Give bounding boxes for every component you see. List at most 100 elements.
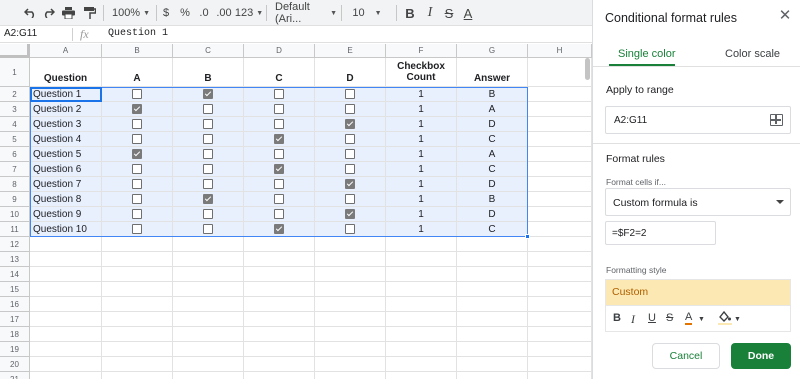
checkbox-unchecked[interactable]	[203, 119, 213, 129]
checkbox-cell[interactable]	[173, 222, 244, 237]
count-cell[interactable]: 1	[386, 147, 457, 162]
checkbox-unchecked[interactable]	[274, 209, 284, 219]
formula-input[interactable]: Question 1	[108, 28, 168, 39]
checkbox-cell[interactable]	[102, 147, 173, 162]
checkbox-unchecked[interactable]	[203, 179, 213, 189]
count-cell[interactable]: 1	[386, 102, 457, 117]
checkbox-unchecked[interactable]	[345, 224, 355, 234]
empty-cell[interactable]	[102, 267, 173, 282]
tab-single-color[interactable]: Single color	[618, 48, 675, 60]
condition-select[interactable]: Custom formula is	[605, 188, 791, 216]
empty-cell[interactable]	[528, 282, 592, 297]
checkbox-cell[interactable]	[102, 222, 173, 237]
empty-cell[interactable]	[102, 252, 173, 267]
checkbox-cell[interactable]	[244, 147, 315, 162]
row-header[interactable]: 13	[0, 252, 30, 267]
more-formats-select[interactable]: 123 ▼	[235, 4, 263, 22]
checkbox-checked[interactable]	[274, 224, 284, 234]
checkbox-unchecked[interactable]	[203, 134, 213, 144]
font-select[interactable]: Default (Ari... ▼	[275, 1, 337, 25]
row-header[interactable]: 16	[0, 297, 30, 312]
column-header-h[interactable]: H	[528, 44, 592, 58]
row-header[interactable]: 19	[0, 342, 30, 357]
undo-icon[interactable]	[22, 4, 38, 22]
checkbox-unchecked[interactable]	[132, 179, 142, 189]
empty-cell[interactable]	[457, 327, 528, 342]
row-header[interactable]: 10	[0, 207, 30, 222]
empty-cell[interactable]	[528, 372, 592, 379]
empty-cell[interactable]	[244, 372, 315, 379]
question-cell[interactable]: Question 5	[30, 147, 102, 162]
empty-cell[interactable]	[30, 297, 102, 312]
empty-cell[interactable]	[528, 147, 592, 162]
header-cell-checkbox-count[interactable]: Checkbox Count	[386, 58, 457, 87]
checkbox-checked[interactable]	[345, 179, 355, 189]
checkbox-cell[interactable]	[102, 162, 173, 177]
checkbox-cell[interactable]	[173, 207, 244, 222]
strikethrough-button[interactable]: S	[443, 4, 455, 22]
currency-button[interactable]: $	[160, 4, 172, 22]
empty-cell[interactable]	[315, 282, 386, 297]
style-strikethrough-button[interactable]: S	[666, 312, 673, 324]
checkbox-cell[interactable]	[244, 222, 315, 237]
checkbox-cell[interactable]	[102, 87, 173, 102]
checkbox-unchecked[interactable]	[345, 194, 355, 204]
empty-cell[interactable]	[102, 372, 173, 379]
empty-cell[interactable]	[173, 312, 244, 327]
row-header[interactable]: 20	[0, 357, 30, 372]
count-cell[interactable]: 1	[386, 177, 457, 192]
empty-cell[interactable]	[386, 342, 457, 357]
increase-decimal-button[interactable]: .00	[215, 4, 233, 22]
style-underline-button[interactable]: U	[648, 312, 656, 324]
row-header[interactable]: 18	[0, 327, 30, 342]
checkbox-cell[interactable]	[244, 102, 315, 117]
checkbox-cell[interactable]	[173, 147, 244, 162]
checkbox-unchecked[interactable]	[203, 104, 213, 114]
empty-cell[interactable]	[102, 282, 173, 297]
empty-cell[interactable]	[528, 252, 592, 267]
checkbox-cell[interactable]	[244, 117, 315, 132]
question-cell[interactable]: Question 1	[30, 87, 102, 102]
empty-cell[interactable]	[457, 282, 528, 297]
header-cell-question[interactable]: Question	[30, 58, 102, 87]
empty-cell[interactable]	[457, 342, 528, 357]
checkbox-cell[interactable]	[315, 117, 386, 132]
answer-cell[interactable]: D	[457, 207, 528, 222]
checkbox-cell[interactable]	[244, 207, 315, 222]
checkbox-unchecked[interactable]	[132, 224, 142, 234]
checkbox-checked[interactable]	[345, 209, 355, 219]
empty-cell[interactable]	[173, 252, 244, 267]
empty-cell[interactable]	[315, 372, 386, 379]
empty-cell[interactable]	[173, 357, 244, 372]
font-size-select[interactable]: 10 ▼	[352, 4, 382, 22]
empty-cell[interactable]	[102, 357, 173, 372]
checkbox-unchecked[interactable]	[274, 104, 284, 114]
answer-cell[interactable]: B	[457, 192, 528, 207]
checkbox-cell[interactable]	[102, 102, 173, 117]
row-header[interactable]: 12	[0, 237, 30, 252]
checkbox-cell[interactable]	[244, 177, 315, 192]
checkbox-cell[interactable]	[244, 162, 315, 177]
empty-cell[interactable]	[528, 357, 592, 372]
answer-cell[interactable]: C	[457, 162, 528, 177]
empty-cell[interactable]	[528, 342, 592, 357]
checkbox-checked[interactable]	[345, 119, 355, 129]
empty-cell[interactable]	[457, 372, 528, 379]
empty-cell[interactable]	[528, 162, 592, 177]
percent-button[interactable]: %	[178, 4, 192, 22]
empty-cell[interactable]	[244, 297, 315, 312]
empty-cell[interactable]	[102, 327, 173, 342]
fill-handle[interactable]	[525, 234, 530, 239]
question-cell[interactable]: Question 7	[30, 177, 102, 192]
empty-cell[interactable]	[315, 267, 386, 282]
row-header[interactable]: 14	[0, 267, 30, 282]
empty-cell[interactable]	[315, 297, 386, 312]
checkbox-cell[interactable]	[315, 132, 386, 147]
answer-cell[interactable]: A	[457, 147, 528, 162]
empty-cell[interactable]	[528, 222, 592, 237]
decrease-decimal-button[interactable]: .0	[196, 4, 212, 22]
empty-cell[interactable]	[457, 357, 528, 372]
empty-cell[interactable]	[386, 252, 457, 267]
header-cell-b[interactable]: B	[173, 58, 244, 87]
empty-cell[interactable]	[528, 207, 592, 222]
